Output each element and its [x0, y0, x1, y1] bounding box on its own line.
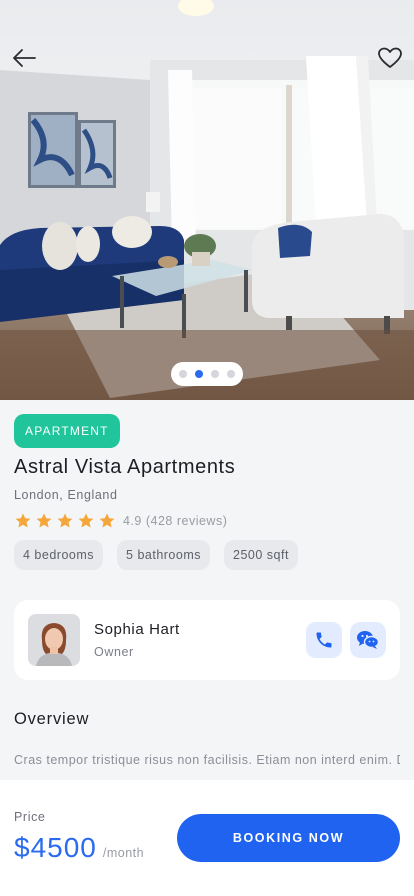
chat-button[interactable]: [350, 622, 386, 658]
property-title: Astral Vista Apartments: [14, 456, 236, 478]
property-location: London, England: [14, 488, 118, 502]
star-icon: [57, 513, 73, 528]
overview-text: Cras tempor tristique risus non facilisi…: [14, 753, 400, 767]
living-room-photo: [0, 0, 414, 400]
rating: 4.9 (428 reviews): [14, 512, 227, 530]
owner-name: Sophia Hart: [94, 621, 180, 638]
rating-text: 4.9 (428 reviews): [123, 514, 228, 528]
carousel-dot[interactable]: [195, 370, 203, 378]
property-type-badge: APARTMENT: [14, 414, 120, 448]
owner-role: Owner: [94, 645, 134, 659]
feature-chip-bedrooms: 4 bedrooms: [14, 540, 104, 570]
star-icon: [99, 513, 115, 528]
call-button[interactable]: [306, 622, 342, 658]
star-icon: [15, 513, 31, 528]
overview-title: Overview: [14, 710, 90, 728]
carousel-indicator: [171, 362, 243, 386]
star-icon: [78, 513, 94, 528]
feature-chip-area: 2500 sqft: [224, 540, 298, 570]
carousel-dot[interactable]: [179, 370, 187, 378]
feature-chips: 4 bedrooms 5 bathrooms 2500 sqft: [14, 540, 298, 570]
star-icon: [36, 513, 52, 528]
property-photo-carousel[interactable]: [0, 0, 414, 400]
booking-footer: Price $4500 /month BOOKING NOW: [0, 780, 414, 896]
owner-photo: [28, 614, 80, 666]
phone-icon: [316, 632, 332, 648]
arrow-left-icon: [13, 49, 36, 67]
price-row: $4500 /month: [14, 832, 144, 864]
back-button[interactable]: [6, 40, 42, 76]
avatar: [28, 614, 80, 666]
price-unit: /month: [102, 846, 145, 860]
booking-now-button[interactable]: BOOKING NOW: [177, 814, 400, 862]
price-value: $4500: [14, 832, 97, 863]
heart-icon: [378, 47, 402, 68]
price-label: Price: [14, 810, 46, 824]
chat-icon: [357, 631, 380, 649]
owner-card: Sophia Hart Owner: [14, 600, 400, 680]
carousel-dot[interactable]: [211, 370, 219, 378]
carousel-dot[interactable]: [227, 370, 235, 378]
feature-chip-bathrooms: 5 bathrooms: [117, 540, 210, 570]
favorite-button[interactable]: [372, 40, 408, 76]
